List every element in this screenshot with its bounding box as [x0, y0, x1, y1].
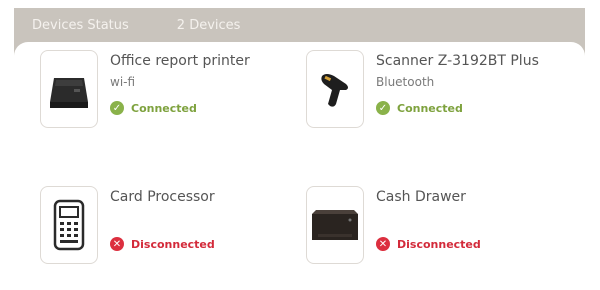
device-count: 2 Devices [176, 17, 241, 33]
device-name: Card Processor [110, 189, 215, 205]
device-connection-type [376, 209, 481, 227]
device-card-office-printer[interactable]: Office report printer wi-fi ✓ Connected [40, 50, 250, 128]
device-connection-type [110, 209, 215, 227]
device-connection-type: Bluetooth [376, 75, 435, 89]
status-badge: ✕ Disconnected [376, 237, 481, 251]
device-connection-type: wi-fi [110, 75, 136, 89]
device-name: Cash Drawer [376, 189, 466, 205]
device-name: Scanner Z-3192BT Plus [376, 53, 539, 69]
check-icon: ✓ [376, 101, 390, 115]
receipt-printer-icon [40, 50, 98, 128]
card-terminal-icon [40, 186, 98, 264]
status-text: Disconnected [131, 237, 215, 251]
check-icon: ✓ [110, 101, 124, 115]
close-icon: ✕ [110, 237, 124, 251]
device-card-scanner[interactable]: Scanner Z-3192BT Plus Bluetooth ✓ Connec… [306, 50, 539, 128]
devices-status-window: ■■■ Devices Status 2 Devices Office repo… [14, 8, 585, 280]
status-badge: ✓ Connected [376, 101, 539, 115]
device-name: Office report printer [110, 53, 250, 69]
device-card-cash-drawer[interactable]: Cash Drawer ✕ Disconnected [306, 186, 481, 264]
devices-header: Devices Status 2 Devices [14, 8, 585, 42]
barcode-scanner-icon [306, 50, 364, 128]
status-text: Connected [397, 101, 463, 115]
status-text: Disconnected [397, 237, 481, 251]
status-text: Connected [131, 101, 197, 115]
devices-panel: Office report printer wi-fi ✓ Connected … [14, 42, 585, 280]
device-card-card-processor[interactable]: Card Processor ✕ Disconnected [40, 186, 215, 264]
header-title: Devices Status [32, 17, 129, 33]
close-icon: ✕ [376, 237, 390, 251]
status-badge: ✓ Connected [110, 101, 250, 115]
status-badge: ✕ Disconnected [110, 237, 215, 251]
cash-drawer-icon [306, 186, 364, 264]
